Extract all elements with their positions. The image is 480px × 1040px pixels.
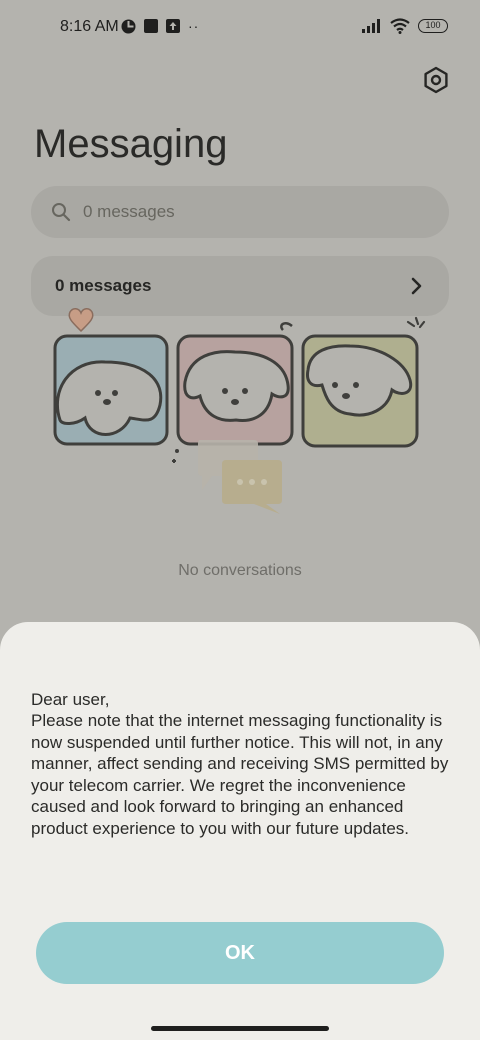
empty-state-text: No conversations xyxy=(178,562,302,579)
square-notification-icon xyxy=(144,19,158,33)
dialog-message: Please note that the internet messaging … xyxy=(31,711,449,838)
upload-notification-icon xyxy=(166,19,180,33)
messages-row-label: 0 messages xyxy=(55,276,152,295)
search-icon xyxy=(52,203,71,222)
more-notifications-icon: ·· xyxy=(188,18,200,34)
signal-icon xyxy=(362,19,380,33)
settings-icon[interactable] xyxy=(422,66,450,94)
notification-icons: ·· xyxy=(121,18,199,34)
status-time: 8:16 AM xyxy=(60,18,119,35)
wifi-icon xyxy=(390,18,410,34)
search-input[interactable]: 0 messages xyxy=(31,186,449,238)
status-bar: 8:16 AM ·· 100 xyxy=(0,0,480,56)
empty-state-illustration xyxy=(53,308,426,514)
page-title: Messaging xyxy=(34,122,228,166)
app-notification-icon xyxy=(121,19,136,33)
system-icons: 100 xyxy=(362,18,448,34)
heart-icon xyxy=(68,308,94,333)
messaging-app: 8:16 AM ·· 100 Messaging 0 messages 0 me… xyxy=(0,0,480,1040)
home-indicator[interactable] xyxy=(151,1026,329,1031)
dialog-greeting: Dear user, xyxy=(31,690,110,709)
ok-button[interactable]: OK xyxy=(36,922,444,984)
chevron-right-icon xyxy=(411,277,422,295)
search-placeholder: 0 messages xyxy=(83,202,175,221)
battery-icon: 100 xyxy=(418,19,448,33)
notice-dialog: Dear user, Please note that the internet… xyxy=(0,622,480,1040)
